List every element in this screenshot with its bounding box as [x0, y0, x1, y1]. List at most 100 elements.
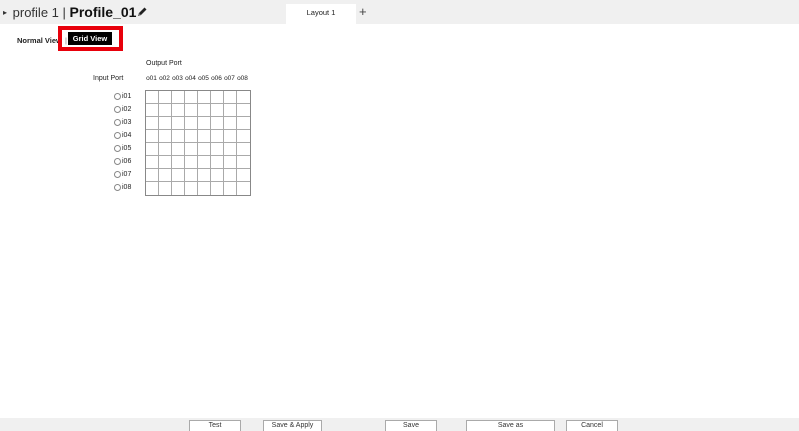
grid-cell[interactable] [185, 169, 198, 182]
grid-cell[interactable] [198, 104, 211, 117]
output-header: o06 [211, 75, 222, 82]
grid-cell[interactable] [159, 91, 172, 104]
input-radio[interactable] [114, 106, 121, 113]
grid-cell[interactable] [185, 130, 198, 143]
grid-cell[interactable] [172, 143, 185, 156]
cancel-button[interactable]: Cancel [566, 420, 618, 431]
input-radio[interactable] [114, 119, 121, 126]
grid-cell[interactable] [237, 143, 250, 156]
output-header: o03 [172, 75, 183, 82]
grid-cell[interactable] [198, 156, 211, 169]
grid-cell[interactable] [172, 130, 185, 143]
grid-cell[interactable] [172, 169, 185, 182]
grid-cell[interactable] [224, 156, 237, 169]
grid-cell[interactable] [146, 91, 159, 104]
grid-cell[interactable] [198, 143, 211, 156]
grid-cell[interactable] [224, 143, 237, 156]
input-row-label: i04 [114, 129, 131, 142]
grid-cell[interactable] [159, 104, 172, 117]
grid-cell[interactable] [211, 182, 224, 195]
grid-cell[interactable] [224, 91, 237, 104]
grid-cell[interactable] [237, 156, 250, 169]
grid-cell[interactable] [198, 117, 211, 130]
grid-cell[interactable] [146, 169, 159, 182]
profile-title[interactable]: ▸ profile 1 | Profile_01 [3, 5, 136, 21]
test-button[interactable]: Test [189, 420, 241, 431]
grid-cell[interactable] [237, 91, 250, 104]
grid-cell[interactable] [172, 117, 185, 130]
output-header: o05 [198, 75, 209, 82]
grid-cell[interactable] [237, 130, 250, 143]
grid-cell[interactable] [224, 104, 237, 117]
input-label: i07 [122, 171, 132, 178]
grid-cell[interactable] [237, 169, 250, 182]
save-button[interactable]: Save [385, 420, 437, 431]
input-radio[interactable] [114, 132, 121, 139]
input-radio[interactable] [114, 145, 121, 152]
grid-cell[interactable] [146, 130, 159, 143]
grid-cell[interactable] [159, 156, 172, 169]
add-tab-button[interactable]: + [359, 4, 367, 20]
grid-cell[interactable] [159, 143, 172, 156]
input-row-label: i06 [114, 155, 131, 168]
grid-cell[interactable] [198, 182, 211, 195]
output-port-label: Output Port [146, 60, 182, 67]
grid-cell[interactable] [211, 104, 224, 117]
grid-cell[interactable] [146, 104, 159, 117]
grid-cell[interactable] [224, 117, 237, 130]
grid-cell[interactable] [159, 182, 172, 195]
normal-view-button[interactable]: Normal View [17, 36, 62, 45]
grid-cell[interactable] [185, 91, 198, 104]
grid-cell[interactable] [172, 91, 185, 104]
input-rows: i01 i02 i03 i04 i05 i06 i07 i08 [114, 90, 131, 194]
grid-cell[interactable] [211, 91, 224, 104]
pencil-icon[interactable] [135, 5, 149, 19]
input-radio[interactable] [114, 171, 121, 178]
grid-cell[interactable] [237, 182, 250, 195]
grid-cell[interactable] [198, 130, 211, 143]
grid-cell[interactable] [159, 169, 172, 182]
output-header: o04 [185, 75, 196, 82]
grid-cell[interactable] [211, 117, 224, 130]
grid-cell[interactable] [185, 182, 198, 195]
input-row-label: i03 [114, 116, 131, 129]
grid-cell[interactable] [146, 182, 159, 195]
grid-cell[interactable] [172, 156, 185, 169]
grid-cell[interactable] [198, 91, 211, 104]
input-label: i05 [122, 145, 132, 152]
grid-cell[interactable] [224, 130, 237, 143]
input-row-label: i02 [114, 103, 131, 116]
input-radio[interactable] [114, 93, 121, 100]
grid-cell[interactable] [198, 169, 211, 182]
grid-cell[interactable] [211, 143, 224, 156]
tab-layout-1[interactable]: Layout 1 [286, 4, 356, 24]
input-radio[interactable] [114, 158, 121, 165]
save-apply-button[interactable]: Save & Apply [263, 420, 322, 431]
save-as-button[interactable]: Save as [466, 420, 555, 431]
grid-cell[interactable] [211, 130, 224, 143]
grid-cell[interactable] [146, 156, 159, 169]
grid-cell[interactable] [159, 130, 172, 143]
input-label: i02 [122, 106, 132, 113]
routing-grid [145, 90, 251, 196]
grid-cell[interactable] [172, 182, 185, 195]
grid-cell[interactable] [211, 156, 224, 169]
grid-cell[interactable] [237, 117, 250, 130]
grid-cell[interactable] [224, 182, 237, 195]
grid-cell[interactable] [185, 117, 198, 130]
grid-cell[interactable] [211, 169, 224, 182]
grid-cell[interactable] [159, 117, 172, 130]
grid-cell[interactable] [185, 156, 198, 169]
expand-arrow-icon[interactable]: ▸ [3, 8, 7, 17]
grid-cell[interactable] [172, 104, 185, 117]
grid-cell[interactable] [146, 117, 159, 130]
grid-cell[interactable] [224, 169, 237, 182]
grid-view-button[interactable]: Grid View [68, 32, 112, 45]
output-header: o02 [159, 75, 170, 82]
grid-cell[interactable] [146, 143, 159, 156]
input-radio[interactable] [114, 184, 121, 191]
grid-cell[interactable] [185, 104, 198, 117]
grid-cell[interactable] [185, 143, 198, 156]
profile-prefix: profile 1 | [12, 5, 66, 20]
grid-cell[interactable] [237, 104, 250, 117]
